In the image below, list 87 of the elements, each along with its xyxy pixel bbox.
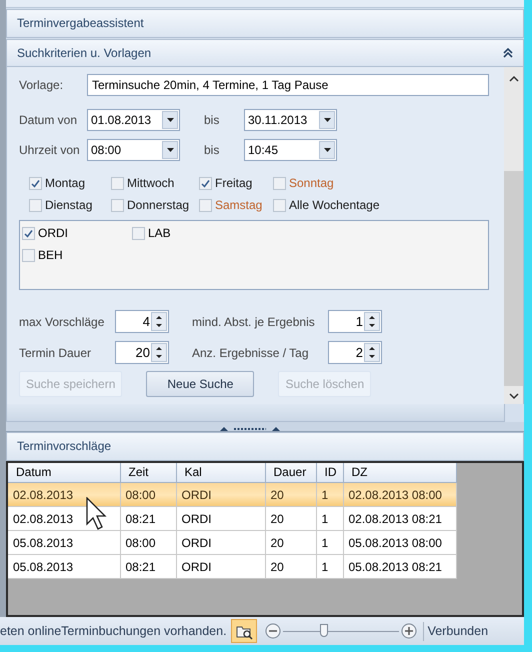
panel-title: Suchkriterien u. Vorlagen: [17, 45, 152, 62]
checkbox-label: LAB: [148, 225, 171, 242]
number-spinner[interactable]: 2: [328, 341, 382, 364]
check-icon: [201, 178, 210, 188]
spin-arrows-icon: [151, 312, 167, 332]
column-header[interactable]: ID: [316, 462, 343, 483]
checkbox-label: Donnerstag: [127, 197, 190, 214]
checkbox[interactable]: [22, 248, 35, 262]
connection-status: Verbunden: [422, 622, 488, 640]
panel-title: Terminvorschläge: [17, 438, 112, 456]
checkbox-label: BEH: [38, 247, 63, 264]
checkbox-label: Mittwoch: [127, 175, 174, 192]
panel-header[interactable]: Suchkriterien u. Vorlagen: [6, 38, 524, 68]
checkbox[interactable]: [199, 176, 212, 190]
status-message: eten onlineTerminbuchungen vorhanden.: [0, 622, 227, 640]
table-cell: ORDI: [176, 554, 265, 579]
number-spinner[interactable]: 4: [115, 310, 169, 334]
column-header[interactable]: Datum: [8, 462, 120, 483]
table-cell: 05.08.2013: [8, 554, 120, 579]
scrollbar-thumb[interactable]: [504, 171, 523, 386]
field-label: mind. Abst. je Ergebnis: [191, 314, 316, 331]
checkbox-label: Montag: [45, 175, 86, 192]
checkbox-label: Freitag: [215, 175, 252, 192]
slider-thumb[interactable]: [320, 624, 328, 638]
scrollbar[interactable]: [504, 67, 523, 404]
dropdown-field[interactable]: 01.08.2013: [87, 109, 180, 132]
zoom-slider[interactable]: [282, 623, 399, 640]
table-row[interactable]: 02.08.2013 08:00 ORDI 20 1 02.08.2013 08:00: [8, 482, 456, 507]
table-cell: 08:21: [120, 554, 176, 579]
field-label: Vorlage:: [19, 77, 64, 94]
field-label: Anz. Ergebnisse / Tag: [191, 344, 310, 362]
table-row[interactable]: 02.08.2013 08:21 ORDI 20 1 02.08.2013 08:21: [8, 506, 456, 531]
mouse-cursor-icon: [86, 496, 108, 531]
splitter-grip-icon: [220, 424, 280, 431]
dropdown-field[interactable]: 30.11.2013: [244, 109, 337, 132]
field-label: Uhrzeit von: [19, 142, 81, 160]
field-label: Termin Dauer: [19, 344, 92, 362]
checkbox[interactable]: [132, 226, 145, 240]
field-label: max Vorschläge: [19, 314, 106, 331]
panel-header[interactable]: Terminvergabeassistent: [6, 8, 524, 38]
field-label: bis: [204, 112, 220, 130]
table-row[interactable]: 05.08.2013 08:00 ORDI 20 1 05.08.2013 08:00: [8, 530, 456, 555]
scroll-up-icon: [508, 75, 518, 84]
scroll-down-icon: [508, 392, 518, 400]
collapse-icon: [503, 48, 513, 58]
checkbox-label: ORDI: [38, 225, 68, 242]
spin-arrows-icon: [364, 312, 380, 332]
table-cell: 1: [316, 554, 343, 579]
checkbox[interactable]: [29, 198, 42, 212]
caret-icon: [324, 118, 330, 122]
caret-icon: [166, 148, 174, 152]
column-header[interactable]: DZ: [343, 462, 456, 483]
table-row[interactable]: 05.08.2013 08:21 ORDI 20 1 05.08.2013 08:21: [8, 554, 456, 579]
column-header[interactable]: Dauer: [265, 462, 316, 483]
panel-title: Terminvergabeassistent: [17, 15, 144, 32]
checkbox[interactable]: [273, 198, 286, 212]
checkbox[interactable]: [199, 198, 212, 212]
field-label: Datum von: [19, 112, 78, 130]
zoom-out-icon: [264, 623, 281, 640]
caret-icon: [324, 148, 330, 152]
checkbox[interactable]: [111, 198, 124, 212]
checkbox-label: Alle Wochentage: [289, 197, 380, 214]
checkbox[interactable]: [111, 176, 124, 190]
dropdown-field[interactable]: 08:00: [87, 139, 180, 162]
checkbox[interactable]: [273, 176, 286, 190]
checkbox-label: Sonntag: [289, 175, 334, 192]
checkbox-label: Dienstag: [45, 197, 92, 214]
spin-arrows-icon: [151, 343, 167, 362]
column-header[interactable]: Kal: [176, 462, 265, 483]
check-icon: [31, 178, 40, 188]
table-cell: 05.08.2013 08:21: [343, 554, 456, 579]
spin-arrows-icon: [364, 343, 380, 362]
check-icon: [24, 228, 33, 238]
checkbox-label: Samstag: [215, 197, 262, 214]
template-field[interactable]: Terminsuche 20min, 4 Termine, 1 Tag Pause: [87, 74, 489, 96]
folder-search-icon[interactable]: [230, 619, 257, 644]
field-label: bis: [204, 142, 220, 160]
checkbox[interactable]: [22, 226, 35, 240]
checkbox[interactable]: [29, 176, 42, 190]
number-spinner[interactable]: 20: [115, 341, 169, 364]
table-cell: 20: [265, 554, 316, 579]
column-header[interactable]: Zeit: [120, 462, 176, 483]
button[interactable]: Neue Suche: [146, 371, 254, 398]
caret-icon: [166, 118, 174, 122]
number-spinner[interactable]: 1: [328, 310, 382, 334]
dropdown-field[interactable]: 10:45: [244, 139, 337, 162]
zoom-in-icon: [400, 623, 417, 640]
